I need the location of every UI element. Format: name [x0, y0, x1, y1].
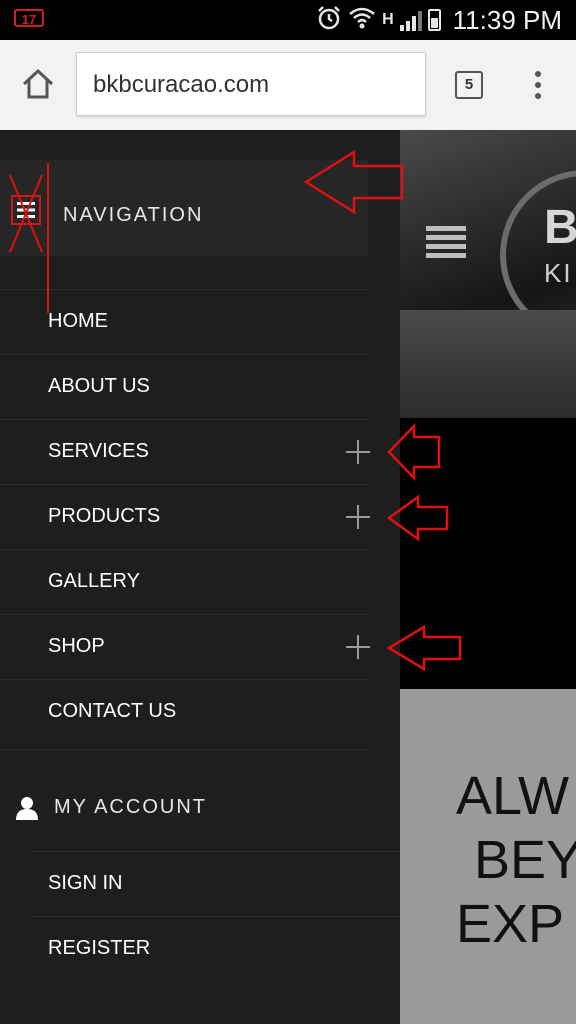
tagline-line: BEY — [474, 830, 576, 890]
nav-item-label: ABOUT US — [48, 375, 150, 397]
nav-item-about-us[interactable]: ABOUT US — [0, 354, 368, 419]
overflow-menu-button[interactable] — [528, 68, 548, 102]
sign-in-link[interactable]: SIGN IN — [32, 851, 400, 916]
nav-item-contact-us[interactable]: CONTACT US — [0, 679, 368, 744]
nav-item-label: SHOP — [48, 635, 105, 657]
navigation-title: NAVIGATION — [63, 204, 204, 226]
nav-item-label: CONTACT US — [48, 700, 177, 722]
my-account-header: MY ACCOUNT — [0, 780, 400, 840]
hamburger-menu-icon[interactable] — [10, 194, 42, 226]
expand-plus-icon[interactable] — [346, 440, 370, 464]
browser-toolbar: bkbcuracao.com 5 — [0, 40, 576, 130]
register-link[interactable]: REGISTER — [32, 916, 400, 981]
tagline-line: EXP — [456, 894, 565, 954]
address-bar[interactable]: bkbcuracao.com — [76, 52, 426, 116]
nav-menu: HOME ABOUT US SERVICES PRODUCTS GALLERY … — [0, 289, 370, 744]
tagline-line: ALW — [456, 766, 570, 826]
navigation-drawer: NAVIGATION HOME ABOUT US SERVICES PRODUC… — [0, 130, 400, 1024]
hero-brand-text: B — [544, 201, 576, 254]
tagline-panel: ALW BEY EXP — [400, 689, 576, 1024]
account-item-label: SIGN IN — [48, 872, 123, 894]
account-item-label: REGISTER — [48, 937, 151, 959]
nav-item-products[interactable]: PRODUCTS — [0, 484, 370, 549]
nav-item-shop[interactable]: SHOP — [0, 614, 370, 679]
hero-subtitle-text: KI — [544, 258, 573, 288]
tab-switcher-button[interactable]: 5 — [455, 71, 483, 99]
alarm-clock-icon — [316, 5, 342, 35]
home-icon — [22, 68, 54, 99]
battery-icon — [427, 9, 441, 31]
low-battery-notification-icon: 17 — [14, 9, 44, 27]
tagline: ALW BEY EXP — [456, 765, 576, 957]
clock-time: 11:39 PM — [452, 4, 562, 35]
divider — [0, 749, 368, 750]
my-account-title: MY ACCOUNT — [54, 796, 207, 818]
expand-plus-icon[interactable] — [346, 635, 370, 659]
network-type-icon: H — [382, 11, 394, 28]
nav-item-home[interactable]: HOME — [0, 289, 368, 354]
user-icon — [16, 797, 38, 820]
home-button[interactable] — [18, 64, 58, 104]
status-bar: 17 H 11:39 PM — [0, 0, 576, 40]
url-text: bkbcuracao.com — [93, 71, 270, 98]
nav-item-label: HOME — [48, 310, 108, 332]
nav-item-label: GALLERY — [48, 570, 140, 592]
nav-item-gallery[interactable]: GALLERY — [0, 549, 368, 614]
page-menu-icon[interactable] — [426, 226, 466, 262]
nav-item-label: PRODUCTS — [48, 505, 161, 527]
wifi-icon — [348, 5, 376, 35]
nav-item-services[interactable]: SERVICES — [0, 419, 370, 484]
expand-plus-icon[interactable] — [346, 505, 370, 529]
hero-image: B KI — [400, 130, 576, 418]
nav-item-label: SERVICES — [48, 440, 149, 462]
signal-strength-icon — [399, 9, 422, 31]
